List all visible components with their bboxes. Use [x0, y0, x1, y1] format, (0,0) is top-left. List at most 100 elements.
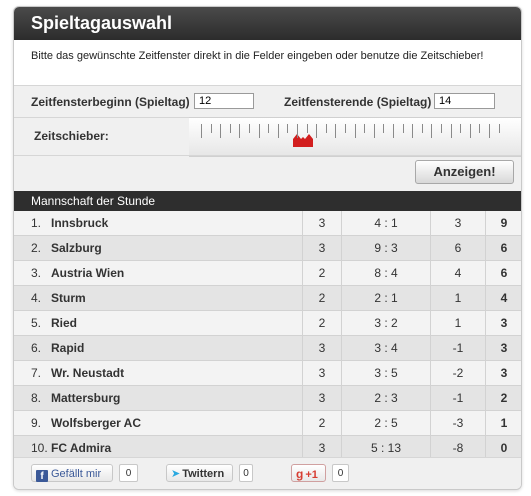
social-bar: f Gefällt mir 0 ➤ Twittern 0 g +1 0	[14, 457, 521, 489]
points: 1	[485, 411, 521, 435]
team-cell: 2. Salzburg	[31, 236, 299, 260]
slider-tick	[499, 124, 500, 133]
team-name[interactable]: Austria Wien	[51, 266, 124, 280]
team-cell: 1. Innsbruck	[31, 211, 299, 235]
slider-label: Zeitschieber:	[34, 129, 109, 143]
team-name[interactable]: Sturm	[51, 291, 86, 305]
team-name[interactable]: Salzburg	[51, 241, 102, 255]
team-name[interactable]: Wr. Neustadt	[51, 366, 124, 380]
team-name[interactable]: FC Admira	[51, 441, 111, 455]
games-played: 3	[302, 361, 341, 385]
facebook-icon: f	[36, 470, 48, 482]
goal-difference: 1	[430, 311, 485, 335]
slider-tick	[239, 124, 240, 138]
slider-tick	[431, 124, 432, 138]
slider-tick	[479, 124, 480, 133]
slider-tick	[287, 124, 288, 133]
slider-tick	[422, 124, 423, 133]
slider-tick	[393, 124, 394, 138]
goals: 8 : 4	[341, 261, 430, 285]
goal-difference: 4	[430, 261, 485, 285]
divider	[14, 155, 521, 156]
slider-tick	[326, 124, 327, 133]
twitter-count: 0	[239, 464, 253, 482]
end-matchday-input[interactable]	[434, 93, 495, 109]
goal-difference: 1	[430, 286, 485, 310]
matchday-slider[interactable]	[189, 117, 521, 157]
slider-tick	[278, 124, 279, 138]
goal-difference: -1	[430, 386, 485, 410]
rank: 8.	[31, 391, 42, 405]
slider-tick	[230, 124, 231, 133]
slider-tick	[470, 124, 471, 138]
slider-tick	[297, 124, 298, 138]
goals: 3 : 4	[341, 336, 430, 360]
points: 3	[485, 336, 521, 360]
slider-tick	[412, 124, 413, 138]
games-played: 3	[302, 386, 341, 410]
table-row: 1. Innsbruck 3 4 : 139	[14, 211, 521, 236]
section-header: Mannschaft der Stunde	[14, 191, 521, 211]
match-day-selection-panel: Spieltagauswahl Bitte das gewünschte Zei…	[13, 6, 522, 490]
table-row: 8. Mattersburg 3 2 : 3 -1 2	[14, 386, 521, 411]
slider-tick	[335, 124, 336, 138]
panel-description: Bitte das gewünschte Zeitfenster direkt …	[31, 50, 484, 62]
goals: 9 : 3	[341, 236, 430, 260]
games-played: 2	[302, 411, 341, 435]
slider-tick	[489, 124, 490, 138]
slider-tick	[460, 124, 461, 133]
twitter-icon: ➤	[171, 468, 181, 480]
slider-tick	[259, 124, 260, 138]
goals: 4 : 1	[341, 211, 430, 235]
slider-tick	[201, 124, 202, 138]
rank: 2.	[31, 241, 42, 255]
goal-difference: -2	[430, 361, 485, 385]
facebook-like-button[interactable]: f Gefällt mir	[31, 464, 113, 482]
points: 4	[485, 286, 521, 310]
rank: 1.	[31, 216, 42, 230]
team-cell: 5. Ried	[31, 311, 299, 335]
points: 6	[485, 236, 521, 260]
twitter-label: Twittern	[182, 468, 225, 480]
games-played: 3	[302, 336, 341, 360]
rank: 3.	[31, 266, 42, 280]
points: 3	[485, 311, 521, 335]
table-row: 6. Rapid 3 3 : 4 -1 3	[14, 336, 521, 361]
google-plus-button[interactable]: g +1	[291, 464, 326, 482]
goal-difference: 3	[430, 211, 485, 235]
divider	[14, 85, 521, 86]
games-played: 2	[302, 311, 341, 335]
team-name[interactable]: Rapid	[51, 341, 84, 355]
slider-tick	[451, 124, 452, 138]
slider-tick	[441, 124, 442, 133]
facebook-like-label: Gefällt mir	[51, 468, 102, 480]
start-matchday-input[interactable]	[194, 93, 254, 109]
start-matchday-label: Zeitfensterbeginn (Spieltag)	[31, 95, 190, 109]
slider-tick	[307, 124, 308, 133]
games-played: 3	[302, 211, 341, 235]
table-row: 7. Wr. Neustadt 3 3 : 5 -2 3	[14, 361, 521, 386]
slider-tick	[374, 124, 375, 138]
panel-title: Spieltagauswahl	[31, 13, 173, 33]
show-button[interactable]: Anzeigen!	[415, 160, 514, 184]
points: 3	[485, 361, 521, 385]
team-cell: 6. Rapid	[31, 336, 299, 360]
goals: 3 : 2	[341, 311, 430, 335]
twitter-button[interactable]: ➤ Twittern	[166, 464, 233, 482]
slider-tick	[383, 124, 384, 133]
slider-tick	[403, 124, 404, 133]
team-cell: 7. Wr. Neustadt	[31, 361, 299, 385]
rank: 6.	[31, 341, 42, 355]
team-name[interactable]: Wolfsberger AC	[51, 416, 141, 430]
rank: 9.	[31, 416, 42, 430]
slider-handle-icon[interactable]	[293, 133, 313, 152]
end-matchday-label: Zeitfensterende (Spieltag)	[284, 95, 432, 109]
team-name[interactable]: Mattersburg	[51, 391, 120, 405]
rank: 4.	[31, 291, 42, 305]
team-name[interactable]: Ried	[51, 316, 77, 330]
slider-tick	[345, 124, 346, 133]
team-name[interactable]: Innsbruck	[51, 216, 108, 230]
facebook-count: 0	[119, 464, 138, 482]
table-row: 9. Wolfsberger AC 2 2 : 5 -3 1	[14, 411, 521, 436]
slider-tick	[249, 124, 250, 133]
